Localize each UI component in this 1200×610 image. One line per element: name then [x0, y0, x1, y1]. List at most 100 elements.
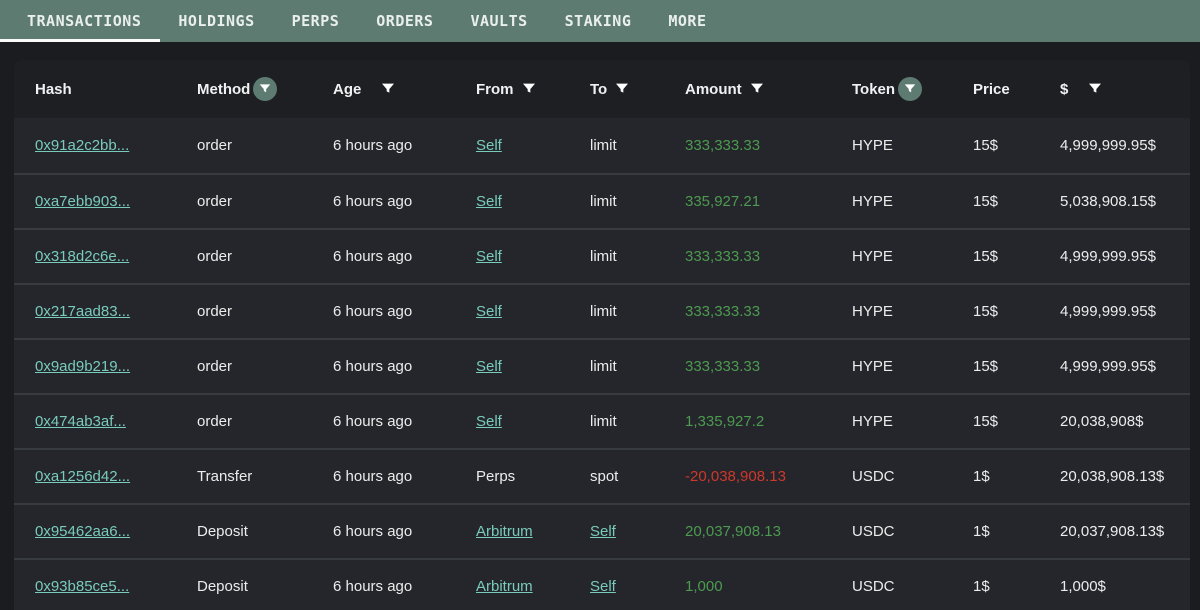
col-label-amount: Amount	[685, 81, 742, 98]
usd-cell: 1,000$	[1060, 578, 1190, 595]
nav-tab-transactions[interactable]: TRANSACTIONS	[27, 12, 141, 30]
age-cell: 6 hours ago	[333, 413, 476, 430]
filter-icon-age[interactable]	[380, 81, 396, 97]
token-cell: USDC	[852, 468, 973, 485]
col-label-price: Price	[973, 81, 1010, 98]
table-row: 0x95462aa6... Deposit 6 hours ago Arbitr…	[14, 503, 1190, 558]
tx-hash-link[interactable]: 0x95462aa6...	[35, 523, 130, 540]
tx-hash-link[interactable]: 0x9ad9b219...	[35, 358, 130, 375]
price-cell: 15$	[973, 358, 1060, 375]
age-cell: 6 hours ago	[333, 193, 476, 210]
to-cell: limit	[590, 358, 685, 375]
from-link[interactable]: Arbitrum	[476, 578, 533, 595]
usd-cell: 4,999,999.95$	[1060, 137, 1190, 154]
nav-tab-more[interactable]: MORE	[668, 12, 706, 30]
age-cell: 6 hours ago	[333, 523, 476, 540]
hash-cell: 0x95462aa6...	[35, 523, 197, 540]
method-cell: order	[197, 413, 333, 430]
table-header: Hash Method Age From To Amou	[14, 60, 1190, 118]
nav-tab-perps[interactable]: PERPS	[292, 12, 340, 30]
nav-tab-orders[interactable]: ORDERS	[376, 12, 433, 30]
nav-tab-staking[interactable]: STAKING	[565, 12, 632, 30]
token-cell: USDC	[852, 523, 973, 540]
from-link[interactable]: Self	[476, 413, 502, 430]
tx-hash-link[interactable]: 0xa1256d42...	[35, 468, 130, 485]
from-cell: Self	[476, 137, 590, 154]
from-cell: Perps	[476, 468, 590, 485]
table-row: 0x474ab3af... order 6 hours ago Self lim…	[14, 393, 1190, 448]
filter-icon-token[interactable]	[898, 77, 922, 101]
to-text: limit	[590, 358, 617, 375]
age-cell: 6 hours ago	[333, 578, 476, 595]
hash-cell: 0x9ad9b219...	[35, 358, 197, 375]
col-label-hash: Hash	[35, 81, 72, 98]
amount-cell: 1,000	[685, 578, 852, 595]
usd-cell: 5,038,908.15$	[1060, 193, 1190, 210]
token-cell: HYPE	[852, 193, 973, 210]
price-cell: 1$	[973, 523, 1060, 540]
hash-cell: 0x93b85ce5...	[35, 578, 197, 595]
price-cell: 15$	[973, 193, 1060, 210]
filter-icon-from[interactable]	[521, 81, 537, 97]
to-link[interactable]: Self	[590, 523, 616, 540]
from-link[interactable]: Self	[476, 137, 502, 154]
to-link[interactable]: Self	[590, 578, 616, 595]
col-header-from: From	[476, 81, 590, 98]
filter-icon-usd[interactable]	[1087, 81, 1103, 97]
col-header-amount: Amount	[685, 81, 852, 98]
table-body: 0x91a2c2bb... order 6 hours ago Self lim…	[14, 118, 1190, 610]
to-text: limit	[590, 248, 617, 265]
method-cell: order	[197, 358, 333, 375]
tx-hash-link[interactable]: 0x474ab3af...	[35, 413, 126, 430]
to-cell: limit	[590, 248, 685, 265]
method-cell: Deposit	[197, 523, 333, 540]
amount-cell: 333,333.33	[685, 137, 852, 154]
price-cell: 15$	[973, 137, 1060, 154]
table-row: 0x9ad9b219... order 6 hours ago Self lim…	[14, 338, 1190, 393]
col-header-to: To	[590, 81, 685, 98]
top-nav: TRANSACTIONS HOLDINGS PERPS ORDERS VAULT…	[0, 0, 1200, 42]
price-cell: 1$	[973, 578, 1060, 595]
token-cell: HYPE	[852, 413, 973, 430]
tx-hash-link[interactable]: 0xa7ebb903...	[35, 193, 130, 210]
from-link[interactable]: Self	[476, 193, 502, 210]
from-link[interactable]: Self	[476, 303, 502, 320]
to-cell: spot	[590, 468, 685, 485]
col-header-method: Method	[197, 77, 333, 101]
nav-tab-holdings[interactable]: HOLDINGS	[178, 12, 254, 30]
nav-tab-vaults[interactable]: VAULTS	[470, 12, 527, 30]
age-cell: 6 hours ago	[333, 358, 476, 375]
price-cell: 15$	[973, 248, 1060, 265]
to-cell: limit	[590, 137, 685, 154]
filter-icon-method[interactable]	[253, 77, 277, 101]
tx-hash-link[interactable]: 0x93b85ce5...	[35, 578, 129, 595]
to-cell: limit	[590, 303, 685, 320]
from-cell: Self	[476, 303, 590, 320]
from-link[interactable]: Self	[476, 358, 502, 375]
col-label-age: Age	[333, 81, 361, 98]
amount-cell: 333,333.33	[685, 303, 852, 320]
price-cell: 1$	[973, 468, 1060, 485]
from-cell: Self	[476, 193, 590, 210]
from-cell: Arbitrum	[476, 578, 590, 595]
filter-icon-amount[interactable]	[749, 81, 765, 97]
hash-cell: 0x318d2c6e...	[35, 248, 197, 265]
tx-hash-link[interactable]: 0x318d2c6e...	[35, 248, 129, 265]
from-cell: Self	[476, 413, 590, 430]
token-cell: HYPE	[852, 137, 973, 154]
tx-hash-link[interactable]: 0x217aad83...	[35, 303, 130, 320]
from-link[interactable]: Self	[476, 248, 502, 265]
amount-cell: 1,335,927.2	[685, 413, 852, 430]
col-label-from: From	[476, 81, 514, 98]
active-tab-underline	[0, 39, 160, 42]
usd-cell: 4,999,999.95$	[1060, 248, 1190, 265]
from-link[interactable]: Arbitrum	[476, 523, 533, 540]
filter-icon-to[interactable]	[614, 81, 630, 97]
method-cell: order	[197, 193, 333, 210]
from-text: Perps	[476, 468, 515, 485]
hash-cell: 0x91a2c2bb...	[35, 137, 197, 154]
table-row: 0xa7ebb903... order 6 hours ago Self lim…	[14, 173, 1190, 228]
tx-hash-link[interactable]: 0x91a2c2bb...	[35, 137, 129, 154]
col-header-hash: Hash	[35, 81, 197, 98]
method-cell: order	[197, 137, 333, 154]
